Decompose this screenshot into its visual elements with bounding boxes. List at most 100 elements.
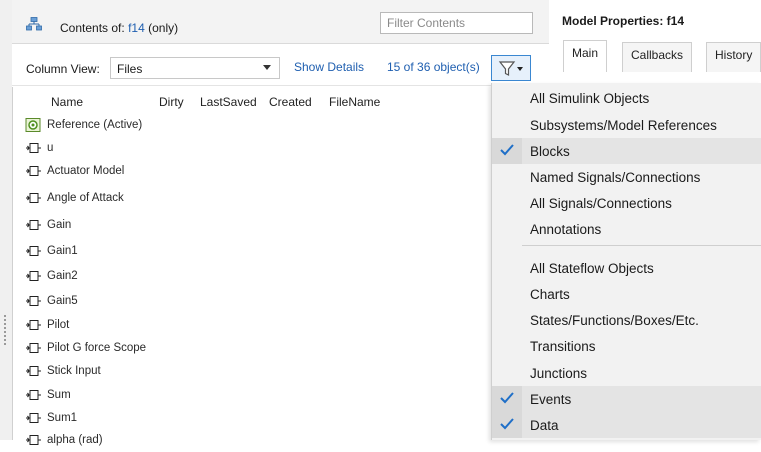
list-item[interactable]: Sum1 [13, 408, 493, 430]
menu-item-all-signals-connections[interactable]: All Signals/Connections [492, 190, 761, 216]
model-properties-panel: Model Properties: f14 Main Callbacks His… [549, 0, 761, 86]
list-item-label: Pilot [47, 319, 70, 331]
chevron-down-icon [263, 65, 271, 70]
list-item-label: Gain [47, 219, 72, 231]
menu-item-label: All Signals/Connections [530, 196, 672, 211]
inport-block-icon [26, 435, 41, 445]
inport-block-icon [26, 220, 41, 230]
list-item-label: u [47, 142, 54, 154]
column-view-label: Column View: [26, 62, 100, 76]
contents-label: Contents of: f14 (only) [60, 21, 178, 35]
column-header-dirty[interactable]: Dirty [159, 95, 184, 109]
reference-model-icon [25, 118, 41, 132]
list-item[interactable]: Sum [13, 385, 493, 407]
menu-item-all-simulink-objects[interactable]: All Simulink Objects [492, 85, 761, 111]
checkmark-icon [500, 392, 514, 404]
list-item[interactable]: Reference (Active) [13, 115, 493, 137]
list-item[interactable]: Gain5 [13, 291, 493, 313]
inport-block-icon [26, 390, 41, 400]
inport-block-icon [26, 343, 41, 353]
list-item-label: Stick Input [47, 365, 101, 377]
column-view-select[interactable]: Files [110, 57, 280, 79]
list-item-label: Reference (Active) [47, 119, 143, 131]
list-item-label: Actuator Model [47, 165, 125, 177]
menu-item-named-signals-connections[interactable]: Named Signals/Connections [492, 164, 761, 190]
checkmark-icon [500, 144, 514, 156]
inport-block-icon [26, 366, 41, 376]
inport-block-icon [26, 166, 41, 176]
tab-history[interactable]: History [706, 42, 761, 72]
menu-item-label: Events [530, 392, 572, 407]
model-properties-title: Model Properties: f14 [562, 14, 685, 28]
menu-item-label: Named Signals/Connections [530, 170, 701, 185]
menu-item-label: Transitions [530, 339, 596, 354]
list-item-label: Gain1 [47, 245, 78, 257]
menu-item-label: Blocks [530, 144, 570, 159]
inport-block-icon [26, 413, 41, 423]
list-item[interactable]: Gain1 [13, 241, 493, 263]
column-view-value: Files [117, 62, 143, 76]
object-count: 15 of 36 object(s) [387, 60, 480, 74]
show-details-link[interactable]: Show Details [294, 60, 364, 74]
filter-contents-input[interactable] [380, 12, 533, 34]
menu-item-annotations[interactable]: Annotations [492, 216, 761, 242]
menu-item-label: Junctions [530, 366, 588, 381]
menu-item-transitions[interactable]: Transitions [492, 333, 761, 359]
list-item[interactable]: u [13, 138, 493, 160]
list-item-label: Gain2 [47, 270, 78, 282]
menu-item-subsystems-model-references[interactable]: Subsystems/Model References [492, 112, 761, 138]
list-item-label: Gain5 [47, 295, 78, 307]
model-hierarchy-icon [26, 17, 42, 31]
column-header-created[interactable]: Created [269, 95, 312, 109]
filter-menu: All Simulink Objects Subsystems/Model Re… [491, 83, 761, 440]
menu-separator [522, 245, 761, 246]
list-item[interactable]: Stick Input [13, 361, 493, 383]
menu-item-label: Annotations [530, 222, 602, 237]
inport-block-icon [26, 193, 41, 203]
object-list: Name Dirty LastSaved Created FileName Re… [12, 87, 493, 446]
checkmark-icon [500, 418, 514, 430]
list-item[interactable]: Pilot [13, 315, 493, 337]
menu-item-label: States/Functions/Boxes/Etc. [530, 313, 699, 328]
list-item-label: alpha (rad) [47, 434, 103, 446]
tab-main[interactable]: Main [563, 40, 608, 72]
list-item-label: Sum [47, 389, 71, 401]
contents-of-text: Contents of: [60, 21, 125, 35]
menu-item-charts[interactable]: Charts [492, 281, 761, 307]
splitter-grip[interactable] [4, 315, 6, 345]
column-header-name[interactable]: Name [51, 95, 83, 109]
list-item[interactable]: Pilot G force Scope [13, 338, 493, 360]
inport-block-icon [26, 246, 41, 256]
menu-item-junctions[interactable]: Junctions [492, 360, 761, 386]
column-header-lastsaved[interactable]: LastSaved [200, 95, 257, 109]
menu-item-states-functions-boxes[interactable]: States/Functions/Boxes/Etc. [492, 307, 761, 333]
list-item[interactable]: Angle of Attack [13, 188, 493, 210]
list-item-label: Sum1 [47, 412, 78, 424]
inport-block-icon [26, 320, 41, 330]
filter-button[interactable] [491, 55, 531, 81]
inport-block-icon [26, 296, 41, 306]
model-link[interactable]: f14 [128, 21, 145, 35]
list-item-label: Angle of Attack [47, 192, 124, 204]
menu-item-events[interactable]: Events [492, 386, 761, 412]
funnel-icon [498, 61, 523, 76]
menu-item-label: Charts [530, 287, 570, 302]
list-item-label: Pilot G force Scope [47, 342, 147, 354]
left-edge-panel [0, 0, 12, 440]
list-item[interactable]: Actuator Model [13, 161, 493, 183]
menu-item-blocks[interactable]: Blocks [492, 138, 761, 164]
column-header-filename[interactable]: FileName [329, 95, 380, 109]
list-item[interactable]: Gain [13, 215, 493, 237]
inport-block-icon [26, 271, 41, 281]
inport-block-icon [26, 143, 41, 153]
menu-item-label: All Simulink Objects [530, 91, 650, 106]
list-header: Name Dirty LastSaved Created FileName [13, 92, 492, 110]
column-view-toolbar: Column View: Files Show Details 15 of 36… [12, 44, 549, 86]
menu-item-label: Subsystems/Model References [530, 118, 717, 133]
tab-callbacks[interactable]: Callbacks [622, 42, 693, 72]
menu-item-data[interactable]: Data [492, 412, 761, 438]
list-item[interactable]: Gain2 [13, 266, 493, 288]
menu-item-label: Data [530, 418, 559, 433]
menu-item-all-stateflow-objects[interactable]: All Stateflow Objects [492, 255, 761, 281]
list-item[interactable]: alpha (rad) [13, 430, 493, 452]
